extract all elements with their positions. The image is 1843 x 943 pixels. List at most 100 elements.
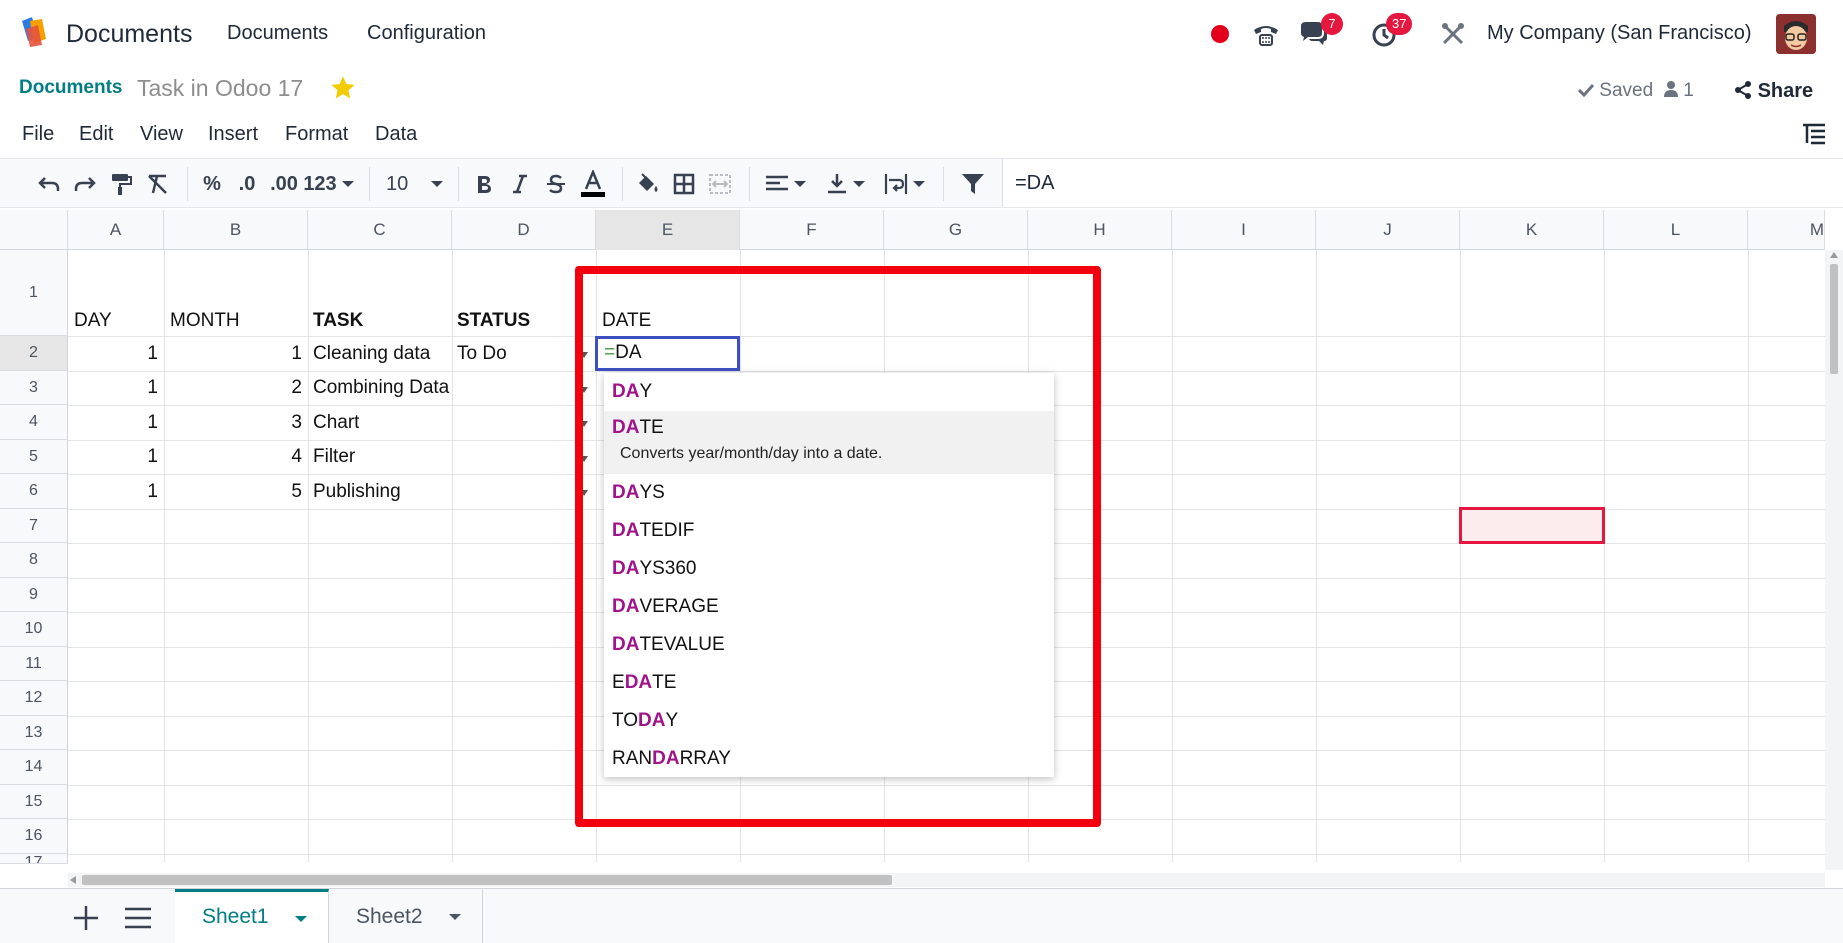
recording-indicator[interactable] bbox=[1211, 25, 1229, 43]
cell-a3[interactable]: 1 bbox=[70, 377, 158, 399]
borders-button[interactable] bbox=[670, 169, 698, 199]
column-header-f[interactable]: F bbox=[740, 210, 884, 250]
menu-edit[interactable]: Edit bbox=[79, 123, 113, 146]
menu-view[interactable]: View bbox=[140, 123, 183, 146]
sheet-tab-sheet1[interactable]: Sheet1 bbox=[175, 889, 329, 943]
row-header-16[interactable]: 16 bbox=[0, 819, 68, 854]
column-header-h[interactable]: H bbox=[1028, 210, 1172, 250]
cell-e2-editor[interactable]: =DA bbox=[595, 336, 740, 371]
scroll-left-icon[interactable] bbox=[70, 876, 76, 884]
cell-b1[interactable]: MONTH bbox=[170, 310, 240, 332]
side-panel-toggle-icon[interactable] bbox=[1801, 122, 1827, 146]
cell-d2[interactable]: To Do bbox=[457, 343, 507, 365]
autocomplete-item-today[interactable]: TODAY bbox=[604, 702, 1054, 740]
row-header-1[interactable]: 1 bbox=[0, 250, 68, 336]
cell-b3[interactable]: 2 bbox=[166, 377, 302, 399]
row-header-8[interactable]: 8 bbox=[0, 543, 68, 578]
add-sheet-icon[interactable] bbox=[72, 904, 100, 932]
tools-icon[interactable] bbox=[1437, 18, 1469, 50]
company-switcher[interactable]: My Company (San Francisco) bbox=[1487, 22, 1752, 45]
menu-data[interactable]: Data bbox=[375, 123, 417, 146]
column-header-j[interactable]: J bbox=[1316, 210, 1460, 250]
cell-c3[interactable]: Combining Data bbox=[313, 377, 455, 399]
horizontal-scrollbar[interactable] bbox=[68, 873, 1825, 887]
horizontal-scroll-thumb[interactable] bbox=[82, 875, 892, 885]
autocomplete-item-randarray[interactable]: RANDARRAY bbox=[604, 740, 1054, 778]
cell-c1[interactable]: TASK bbox=[313, 310, 363, 332]
cell-a6[interactable]: 1 bbox=[70, 481, 158, 503]
row-header-3[interactable]: 3 bbox=[0, 371, 68, 405]
format-percent-button[interactable]: % bbox=[198, 169, 226, 199]
spreadsheet-title[interactable]: Task in Odoo 17 bbox=[137, 75, 303, 102]
row-header-13[interactable]: 13 bbox=[0, 716, 68, 750]
row-header-4[interactable]: 4 bbox=[0, 405, 68, 440]
connected-users[interactable]: 1 bbox=[1664, 80, 1694, 102]
cell-b4[interactable]: 3 bbox=[166, 412, 302, 434]
cell-a4[interactable]: 1 bbox=[70, 412, 158, 434]
sheet-tab-sheet2[interactable]: Sheet2 bbox=[329, 889, 483, 943]
cell-c6[interactable]: Publishing bbox=[313, 481, 401, 503]
undo-button[interactable] bbox=[34, 169, 64, 199]
column-header-e[interactable]: E bbox=[596, 210, 740, 250]
user-avatar[interactable] bbox=[1776, 14, 1816, 54]
cell-a2[interactable]: 1 bbox=[70, 343, 158, 365]
sheet-list-menu-icon[interactable] bbox=[124, 906, 152, 930]
cell-c2[interactable]: Cleaning data bbox=[313, 343, 451, 365]
status-dropdown-arrow-icon[interactable] bbox=[580, 387, 588, 393]
column-header-g[interactable]: G bbox=[884, 210, 1028, 250]
row-header-2[interactable]: 2 bbox=[0, 336, 68, 371]
cell-a1[interactable]: DAY bbox=[74, 310, 112, 332]
cell-k7-highlight[interactable] bbox=[1459, 507, 1605, 544]
phone-icon[interactable] bbox=[1250, 18, 1282, 50]
cell-b5[interactable]: 4 bbox=[166, 446, 302, 468]
autocomplete-item-days360[interactable]: DAYS360 bbox=[604, 550, 1054, 588]
autocomplete-item-datedif[interactable]: DATEDIF bbox=[604, 512, 1054, 550]
menu-insert[interactable]: Insert bbox=[208, 123, 258, 146]
menu-file[interactable]: File bbox=[22, 123, 54, 146]
column-header-b[interactable]: B bbox=[164, 210, 308, 250]
status-dropdown-arrow-icon[interactable] bbox=[580, 421, 588, 427]
vertical-scroll-thumb[interactable] bbox=[1830, 264, 1838, 374]
horizontal-align-dropdown[interactable] bbox=[760, 169, 812, 199]
status-dropdown-arrow-icon[interactable] bbox=[580, 456, 588, 462]
scroll-up-icon[interactable] bbox=[1830, 252, 1838, 258]
row-header-15[interactable]: 15 bbox=[0, 785, 68, 819]
autocomplete-item-edate[interactable]: EDATE bbox=[604, 664, 1054, 702]
bold-button[interactable] bbox=[470, 169, 498, 199]
row-header-10[interactable]: 10 bbox=[0, 612, 68, 647]
text-color-button[interactable] bbox=[578, 169, 608, 199]
increase-decimal-button[interactable]: .00 bbox=[268, 169, 300, 199]
row-header-7[interactable]: 7 bbox=[0, 509, 68, 543]
cell-c4[interactable]: Chart bbox=[313, 412, 359, 434]
redo-button[interactable] bbox=[70, 169, 100, 199]
formula-bar-input[interactable]: =DA bbox=[1002, 159, 1843, 207]
nav-menu-configuration[interactable]: Configuration bbox=[367, 22, 486, 45]
documents-app-logo[interactable] bbox=[18, 15, 52, 49]
chevron-down-icon[interactable] bbox=[294, 915, 308, 923]
column-header-c[interactable]: C bbox=[308, 210, 452, 250]
cell-d1[interactable]: STATUS bbox=[457, 310, 530, 332]
cell-a5[interactable]: 1 bbox=[70, 446, 158, 468]
share-button[interactable]: Share bbox=[1734, 80, 1813, 103]
strikethrough-button[interactable] bbox=[542, 169, 570, 199]
row-header-14[interactable]: 14 bbox=[0, 750, 68, 785]
menu-format[interactable]: Format bbox=[285, 123, 348, 146]
favorite-star-icon[interactable] bbox=[329, 74, 357, 102]
cell-b6[interactable]: 5 bbox=[166, 481, 302, 503]
row-header-11[interactable]: 11 bbox=[0, 647, 68, 681]
autocomplete-item-daverage[interactable]: DAVERAGE bbox=[604, 588, 1054, 626]
row-header-5[interactable]: 5 bbox=[0, 440, 68, 474]
filter-button[interactable] bbox=[957, 169, 989, 199]
nav-menu-documents[interactable]: Documents bbox=[227, 22, 328, 45]
number-format-dropdown[interactable]: 123 bbox=[303, 169, 355, 199]
cell-b2[interactable]: 1 bbox=[166, 343, 302, 365]
vertical-align-dropdown[interactable] bbox=[822, 169, 870, 199]
column-header-d[interactable]: D bbox=[452, 210, 596, 250]
status-dropdown-arrow-icon[interactable] bbox=[580, 352, 588, 358]
row-header-12[interactable]: 12 bbox=[0, 681, 68, 716]
column-header-a[interactable]: A bbox=[68, 210, 164, 250]
status-dropdown-arrow-icon[interactable] bbox=[580, 490, 588, 496]
column-header-m[interactable]: M bbox=[1748, 210, 1825, 250]
decrease-decimal-button[interactable]: .0 bbox=[232, 169, 262, 199]
autocomplete-item-date[interactable]: DATE Converts year/month/day into a date… bbox=[604, 411, 1054, 474]
